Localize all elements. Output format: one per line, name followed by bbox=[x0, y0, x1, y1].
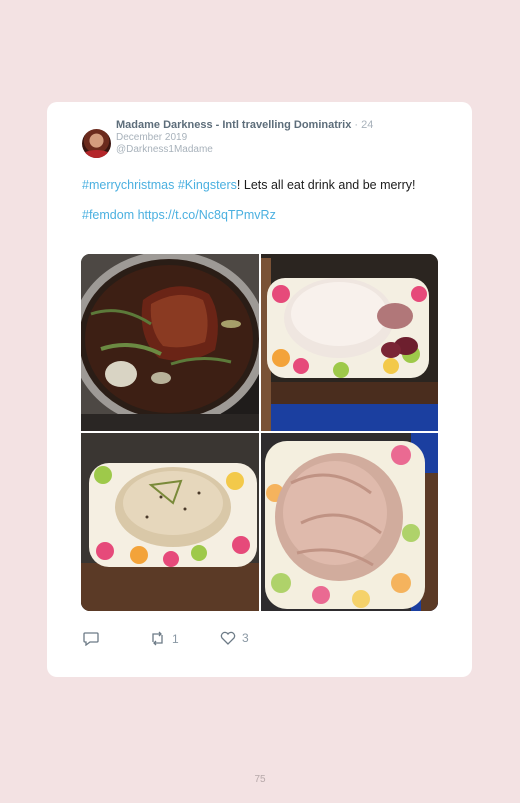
author-handle[interactable]: @Darkness1Madame bbox=[116, 144, 426, 156]
tweet-link[interactable]: https://t.co/Nc8qTPmvRz bbox=[138, 208, 276, 222]
avatar[interactable] bbox=[82, 129, 111, 158]
photo-pot-with-ham[interactable] bbox=[81, 254, 259, 431]
like-count: 3 bbox=[242, 631, 249, 645]
hashtag-kingsters[interactable]: #Kingsters bbox=[178, 178, 237, 192]
tweet-header: Madame Darkness - Intl travelling Domina… bbox=[116, 118, 426, 156]
tweet-date-prefix: · 24 bbox=[351, 119, 374, 131]
tweet-actions: 1 3 bbox=[83, 631, 383, 651]
media-grid bbox=[81, 254, 438, 611]
like-button[interactable]: 3 bbox=[220, 631, 249, 645]
tweet-line-2: #femdom https://t.co/Nc8qTPmvRz bbox=[82, 207, 422, 223]
reply-icon bbox=[83, 631, 99, 646]
tweet-line-1-text: ! Lets all eat drink and be merry! bbox=[236, 178, 416, 192]
retweet-count: 1 bbox=[172, 631, 179, 646]
page-number: 75 bbox=[254, 774, 266, 785]
author-line: Madame Darkness - Intl travelling Domina… bbox=[116, 118, 426, 132]
photo-seasoned-duck[interactable] bbox=[81, 433, 259, 611]
retweet-icon bbox=[149, 631, 166, 646]
hashtag-merrychristmas[interactable]: #merrychristmas bbox=[82, 178, 174, 192]
photo-ham-in-wrap[interactable] bbox=[261, 433, 438, 611]
retweet-button[interactable]: 1 bbox=[149, 631, 179, 646]
tweet-text: #merrychristmas #Kingsters! Lets all eat… bbox=[82, 177, 422, 237]
tweet-line-1: #merrychristmas #Kingsters! Lets all eat… bbox=[82, 177, 422, 193]
tweet-date: December 2019 bbox=[116, 132, 188, 143]
reply-button[interactable] bbox=[83, 631, 105, 646]
photo-raw-duck-on-tray[interactable] bbox=[261, 254, 438, 431]
tweet-card: Madame Darkness - Intl travelling Domina… bbox=[47, 102, 472, 677]
heart-icon bbox=[220, 631, 236, 645]
author-name[interactable]: Madame Darkness - Intl travelling Domina… bbox=[116, 119, 351, 131]
hashtag-femdom[interactable]: #femdom bbox=[82, 208, 134, 222]
